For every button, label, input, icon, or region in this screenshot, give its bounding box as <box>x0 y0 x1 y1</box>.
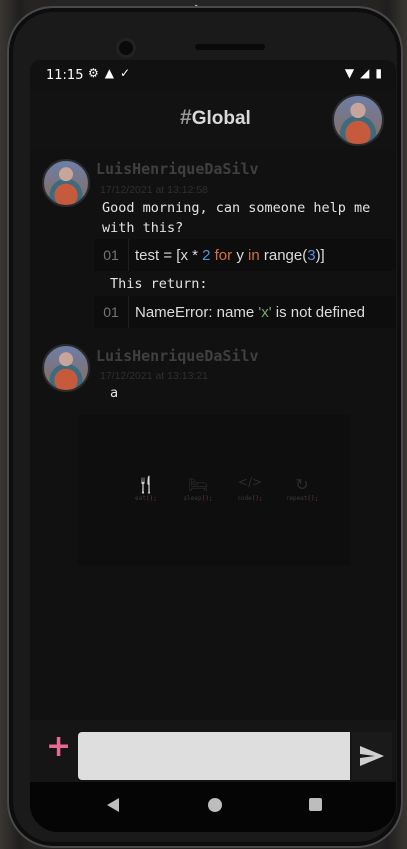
android-nav-bar <box>30 782 396 832</box>
home-icon[interactable] <box>208 798 222 812</box>
wifi-icon: ▼ <box>344 66 355 80</box>
back-icon[interactable] <box>106 797 120 813</box>
code-line-number: 01 <box>103 247 119 263</box>
image-item: 🍴 eat(); <box>128 475 164 502</box>
code-token: NameError: name <box>135 303 259 321</box>
image-item-label-suffix: (); <box>251 495 263 502</box>
image-item-label-suffix: (); <box>307 495 319 502</box>
phone-frame: 11:15 ⚙ ▲ ✓ ▼ ◢ ▮ #Global LuisHenriqueDa… <box>7 6 403 848</box>
message-avatar[interactable] <box>42 344 90 392</box>
message-composer: + <box>30 720 396 782</box>
speaker-grille <box>195 44 265 50</box>
status-time: 11:15 <box>46 68 84 83</box>
code-divider <box>128 296 129 328</box>
image-item-label: code(); <box>237 495 262 502</box>
page-title-text: Global <box>191 108 251 129</box>
image-icon-row: 🍴 eat(); 🛏 sleep(); </> code(); ↻ repeat… <box>128 475 320 502</box>
image-item-label-text: sleep <box>183 495 202 502</box>
image-item: </> code(); <box>232 475 268 502</box>
android-icon: ▲ <box>104 66 114 80</box>
code-line-number: 01 <box>103 304 119 320</box>
message-author: LuisHenriqueDaSilv <box>96 160 259 178</box>
image-item-label: sleep(); <box>184 495 213 502</box>
code-token: y <box>232 246 248 264</box>
image-item: ↻ repeat(); <box>284 475 320 502</box>
code-token: 3 <box>307 246 316 264</box>
code-token: )] <box>315 246 325 264</box>
code-block: 01 NameError: name 'x' is not defined <box>94 296 396 328</box>
code-icon: </> <box>237 475 263 489</box>
message-author: LuisHenriqueDaSilv <box>96 347 259 365</box>
gear-icon: ⚙ <box>88 66 99 80</box>
chat-header: #Global <box>30 90 396 150</box>
send-icon <box>360 746 384 766</box>
camera-icon <box>119 41 133 55</box>
message-image[interactable]: 🍴 eat(); 🛏 sleep(); </> code(); ↻ repeat… <box>78 415 350 565</box>
user-avatar[interactable] <box>332 94 384 146</box>
image-item-label-suffix: (); <box>201 495 213 502</box>
add-attachment-button[interactable]: + <box>46 732 71 762</box>
page-title: #Global <box>180 106 251 130</box>
image-item-label-text: code <box>237 495 252 502</box>
code-token: range( <box>259 246 308 264</box>
message-text: a <box>110 385 119 401</box>
hash-icon: # <box>180 106 192 129</box>
image-item: 🛏 sleep(); <box>180 475 216 502</box>
battery-icon: ▮ <box>375 66 382 80</box>
send-button[interactable] <box>352 732 392 780</box>
check-icon: ✓ <box>120 66 131 80</box>
recent-apps-icon[interactable] <box>309 798 322 811</box>
code-divider <box>128 239 129 271</box>
message-input[interactable] <box>78 732 350 780</box>
image-item-label-suffix: (); <box>146 495 157 502</box>
code-token: 'x' <box>258 303 272 321</box>
message-avatar[interactable] <box>42 159 90 207</box>
refresh-icon: ↻ <box>295 475 309 494</box>
image-item-label: eat(); <box>135 495 157 502</box>
status-right-icons: ▼ ◢ ▮ <box>345 66 382 80</box>
code-token: for <box>214 246 233 264</box>
message-timestamp: 17/12/2021 at 13:13:21 <box>100 370 209 382</box>
bed-icon: 🛏 <box>187 475 209 494</box>
status-bar: 11:15 ⚙ ▲ ✓ ▼ ◢ ▮ <box>30 60 396 90</box>
image-item-label-text: repeat <box>285 495 308 502</box>
fork-knife-icon: 🍴 <box>136 475 156 494</box>
code-token: is not defined <box>271 303 366 321</box>
code-line: NameError: name 'x' is not defined <box>135 304 365 321</box>
image-item-label-text: eat <box>135 495 146 502</box>
code-block: 01 test = [x * 2 for y in range(3)] <box>94 239 396 271</box>
message-text: This return: <box>110 276 208 292</box>
image-item-label: repeat(); <box>286 495 319 502</box>
message-text: Good morning, can someone help me with t… <box>102 200 371 236</box>
status-left-icons: ⚙ ▲ ✓ <box>88 66 130 80</box>
code-token: in <box>248 246 260 264</box>
app-screen: 11:15 ⚙ ▲ ✓ ▼ ◢ ▮ #Global LuisHenriqueDa… <box>30 60 396 832</box>
code-line: test = [x * 2 for y in range(3)] <box>135 247 325 264</box>
message-timestamp: 17/12/2021 at 13:12:58 <box>100 184 209 196</box>
code-token: test = [x * <box>135 246 203 264</box>
signal-icon: ◢ <box>360 66 370 80</box>
